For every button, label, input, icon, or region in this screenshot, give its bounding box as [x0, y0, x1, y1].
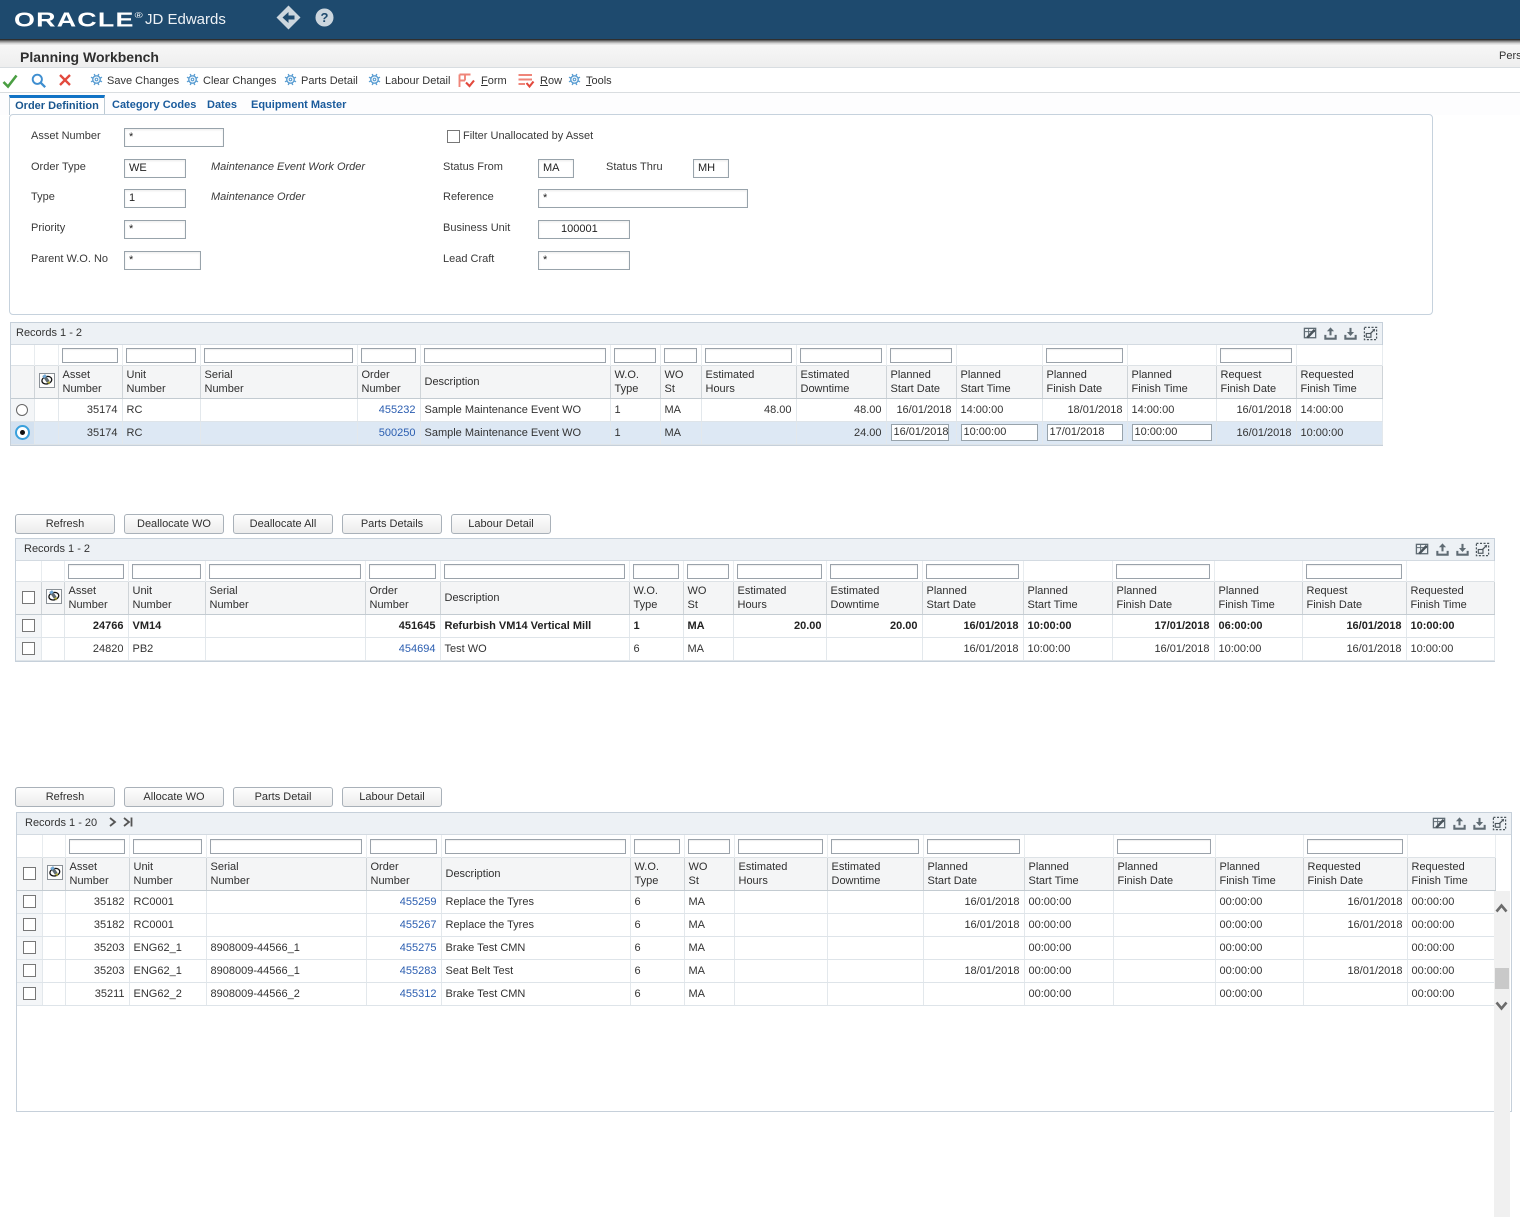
svg-text:?: ? [321, 10, 329, 25]
